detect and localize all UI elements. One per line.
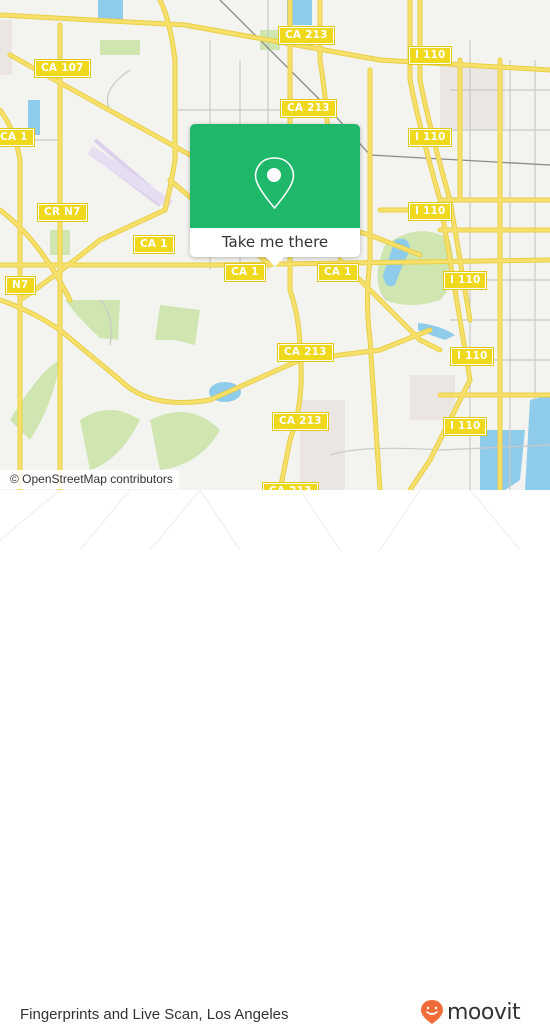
road-shield: CA 1 [133,235,175,254]
road-shield: CA 107 [34,59,91,78]
take-me-there-button[interactable]: Take me there [190,228,360,257]
road-shield: CA 213 [280,99,337,118]
road-shield: I 110 [442,417,488,436]
road-shield: I 110 [442,271,488,290]
road-shield: CR N7 [37,203,88,222]
footer-bar: Fingerprints and Live Scan, Los Angeles … [0,490,550,1025]
road-shield: CA 1 [317,263,359,282]
road-shield: CA 1 [224,263,266,282]
destination-popup: Take me there [190,124,360,267]
moovit-logo[interactable]: moovit [420,997,521,1027]
road-shield: CA 213 [278,26,335,45]
brand-wordmark: moovit [447,999,521,1025]
popup-header [190,124,360,228]
road-shield: CA 213 [277,343,334,362]
road-shield: CA 213 [272,412,329,431]
popup-pointer [266,257,284,267]
map-canvas[interactable]: CA 107 CA 1 CR N7 N7 CA 1 CA 1 CA 1 CA 2… [0,0,550,490]
road-shield: CA 1 [0,128,35,147]
road-shield: I 110 [407,46,453,65]
map-attribution[interactable]: © OpenStreetMap contributors [0,470,179,489]
road-shield: I 110 [449,347,495,366]
road-shield: CA 213 [262,482,319,490]
road-shield: I 110 [407,128,453,147]
road-shield: I 110 [407,202,453,221]
airport [87,138,173,210]
location-pin-icon [254,157,295,210]
moovit-pin-icon [421,1000,443,1024]
footer-background-pattern [0,490,521,550]
place-name: Fingerprints and Live Scan, Los Angeles [20,1006,289,1023]
road-shield: N7 [5,276,36,295]
